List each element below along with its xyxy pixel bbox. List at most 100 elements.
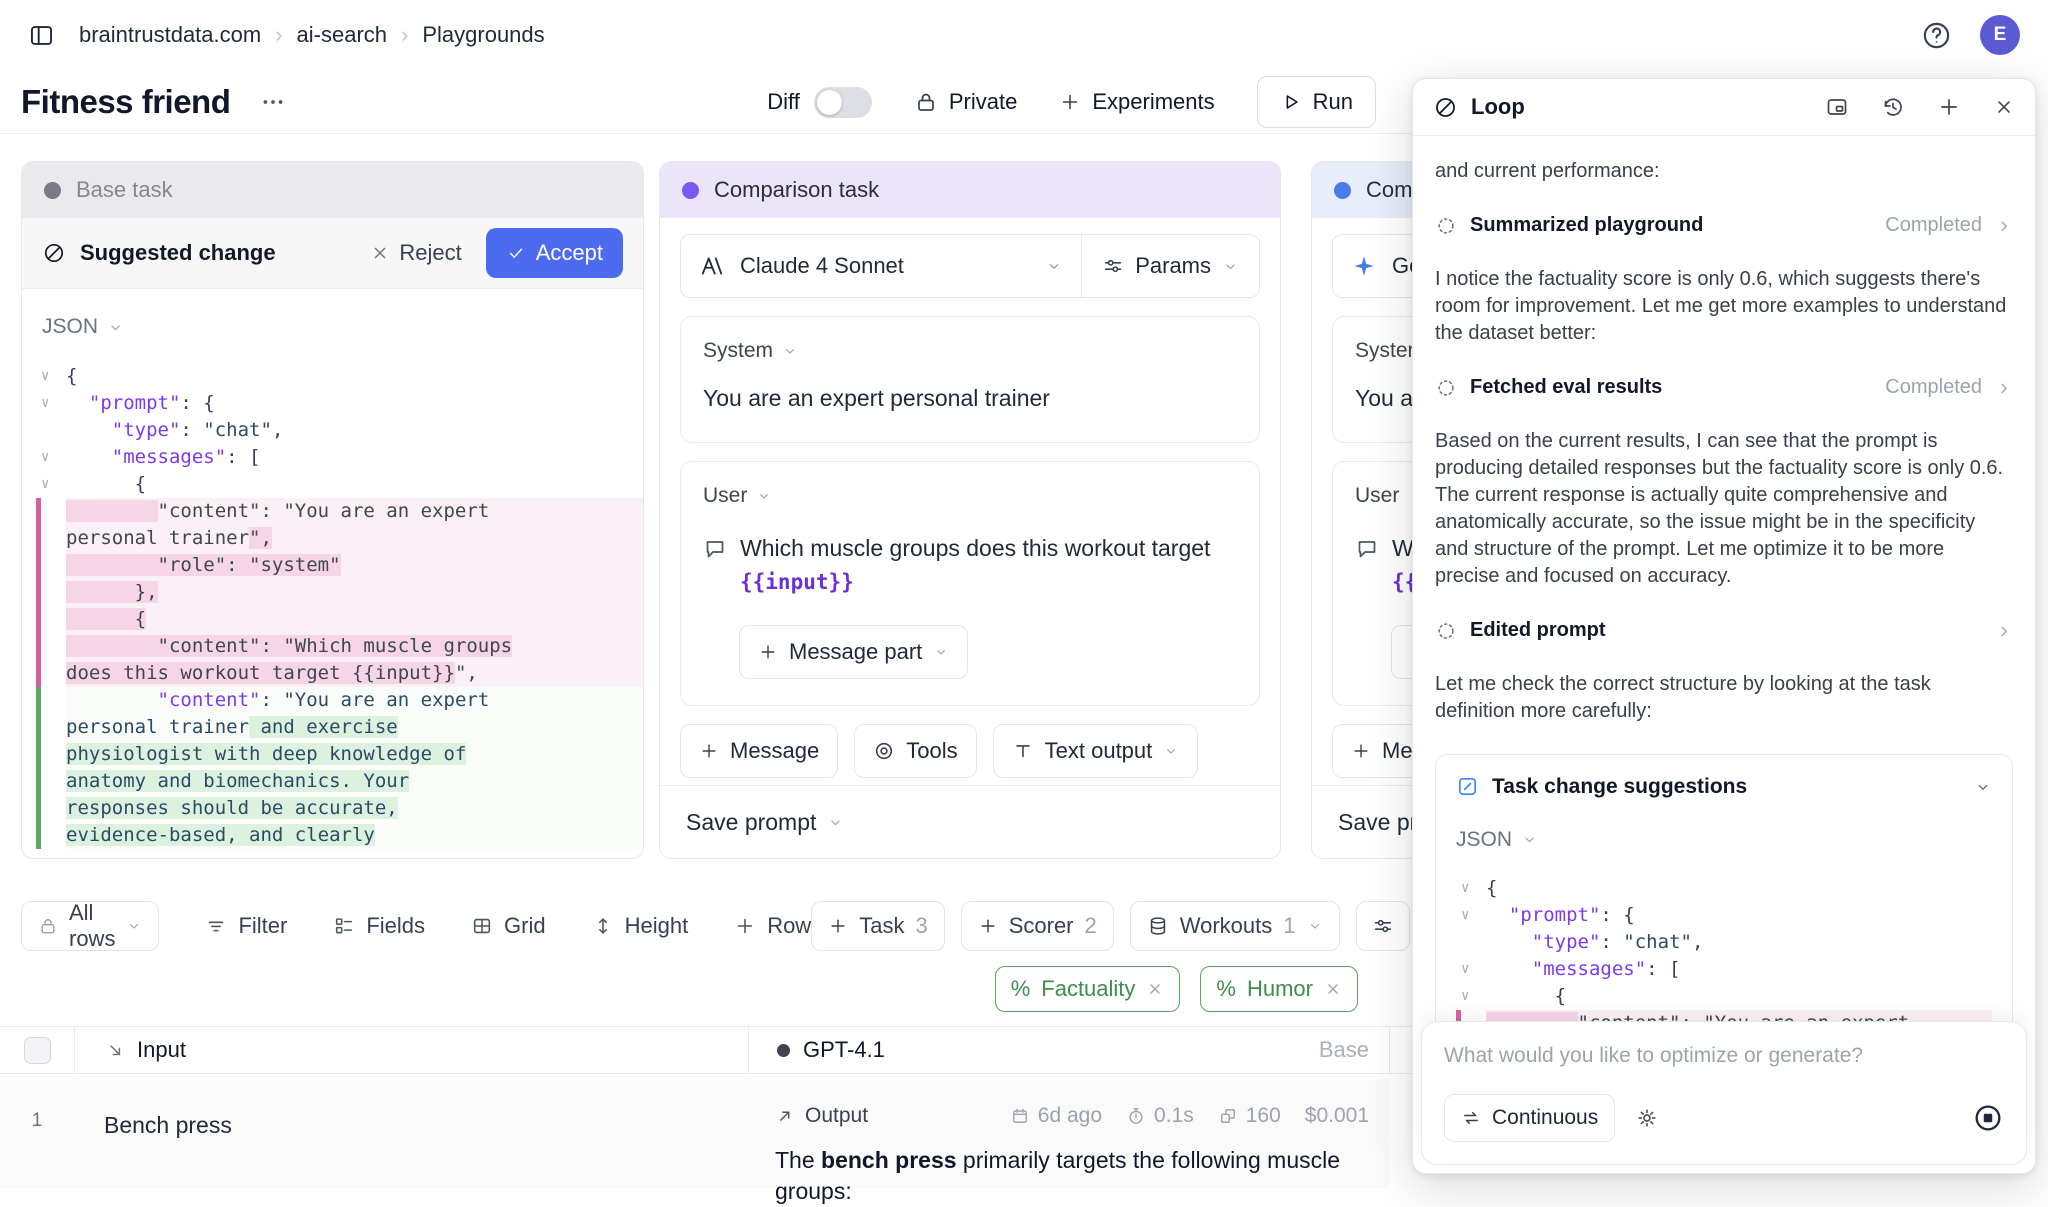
suggested-change-title: Suggested change	[80, 240, 276, 266]
breadcrumb: braintrustdata.com›ai-search›Playgrounds	[79, 22, 545, 48]
loop-step-summarized-playground[interactable]: Summarized playground Completed	[1435, 212, 2013, 239]
arrow-down-right-icon	[105, 1040, 126, 1061]
json-label: JSON	[1456, 826, 1512, 853]
reject-button[interactable]: Reject	[370, 240, 461, 266]
column-header-input[interactable]: Input	[75, 1027, 748, 1073]
chevron-down-icon	[107, 319, 124, 336]
collapse-chevron[interactable]: ∨	[1456, 956, 1486, 983]
add-message-button[interactable]: Message	[680, 724, 838, 778]
history-icon[interactable]	[1881, 95, 1905, 119]
dataset-select[interactable]: Workouts 1	[1130, 901, 1340, 951]
diff-toggle-group: Diff	[767, 87, 872, 118]
code-line: ∨ "prompt": {	[1456, 902, 1992, 929]
cost-value: $0.001	[1305, 1104, 1369, 1128]
message-label: Message	[730, 738, 819, 764]
json-mode-select[interactable]: JSON	[42, 315, 643, 339]
breadcrumb-item[interactable]: ai-search	[297, 22, 387, 48]
breadcrumb-item[interactable]: Playgrounds	[422, 22, 544, 48]
fields-button[interactable]: Fields	[333, 913, 425, 939]
run-label: Run	[1313, 89, 1353, 115]
filter-button[interactable]: Filter	[205, 913, 287, 939]
scorer-label: Scorer	[1009, 913, 1074, 939]
tools-icon	[873, 740, 895, 762]
chevron-down-icon	[1045, 257, 1063, 275]
popout-icon[interactable]	[1825, 95, 1849, 119]
table-settings-button[interactable]	[1356, 901, 1410, 951]
add-message-part-button[interactable]: Message part	[739, 625, 968, 679]
save-prompt-button[interactable]: Save prompt	[660, 785, 1280, 858]
run-button[interactable]: Run	[1257, 76, 1376, 128]
experiments-button[interactable]: Experiments	[1059, 89, 1214, 115]
model-select[interactable]: Claude 4 Sonnet	[681, 253, 1081, 279]
close-icon[interactable]	[1993, 96, 2015, 118]
sidebar-toggle-icon[interactable]	[28, 22, 55, 49]
collapse-chevron[interactable]: ∨	[36, 363, 66, 390]
code-gutter	[36, 768, 66, 795]
accept-button[interactable]: Accept	[486, 228, 623, 278]
code-line: evidence-based, and clearly	[36, 822, 643, 849]
output-label: Output	[805, 1104, 868, 1128]
collapse-chevron[interactable]: ∨	[36, 444, 66, 471]
loop-step-fetched-eval-results[interactable]: Fetched eval results Completed	[1435, 374, 2013, 401]
grid-button[interactable]: Grid	[471, 913, 546, 939]
add-row-button[interactable]: Row	[734, 913, 811, 939]
collapse-chevron[interactable]: ∨	[36, 390, 66, 417]
new-chat-icon[interactable]	[1937, 95, 1961, 119]
title-menu-icon[interactable]	[260, 89, 286, 115]
scorer-count: 2	[1085, 913, 1097, 939]
remove-icon[interactable]	[1324, 980, 1342, 998]
stop-icon[interactable]	[1972, 1102, 2004, 1134]
gear-icon[interactable]	[1635, 1106, 1659, 1130]
step-status: Completed	[1885, 374, 1982, 401]
all-rows-label: All rows	[69, 900, 115, 952]
diff-toggle[interactable]	[814, 87, 872, 118]
title-row: Fitness friend Diff Private Experiments …	[0, 70, 1412, 134]
help-icon[interactable]	[1921, 20, 1952, 51]
private-button[interactable]: Private	[914, 89, 1017, 115]
code-line: ∨ "prompt": {	[36, 390, 643, 417]
role-select[interactable]: System	[703, 339, 1237, 363]
remove-icon[interactable]	[1146, 980, 1164, 998]
age-value: 6d ago	[1038, 1104, 1102, 1128]
code-gutter	[36, 525, 66, 552]
collapse-chevron[interactable]: ∨	[36, 471, 66, 498]
height-label: Height	[625, 913, 689, 939]
loop-step-edited-prompt[interactable]: Edited prompt	[1435, 617, 2013, 644]
breadcrumb-item[interactable]: braintrustdata.com	[79, 22, 261, 48]
code-gutter	[36, 822, 66, 849]
code-line: {	[36, 606, 643, 633]
loop-prompt-input[interactable]	[1444, 1044, 2004, 1068]
scorer-badge-factuality[interactable]: % Factuality	[995, 966, 1181, 1012]
add-task-button[interactable]: Task 3	[811, 901, 945, 951]
grid-label: Grid	[504, 913, 546, 939]
select-all-checkbox[interactable]	[24, 1037, 51, 1064]
height-button[interactable]: Height	[592, 913, 689, 939]
table-row[interactable]: 1 Bench press Output 6d ago 0.1s 160	[0, 1079, 1389, 1188]
fields-icon	[333, 915, 355, 937]
edit-square-icon	[1456, 775, 1479, 798]
system-prompt-text[interactable]: You are an expert personal trainer	[703, 385, 1237, 420]
grid-icon	[471, 915, 493, 937]
avatar[interactable]: E	[1980, 15, 2020, 55]
all-rows-select[interactable]: All rows	[21, 901, 159, 951]
column-header-model[interactable]: GPT-4.1 Base	[748, 1027, 1390, 1073]
row-output-cell: Output 6d ago 0.1s 160 $0.001 Th	[747, 1079, 1389, 1188]
add-scorer-button[interactable]: Scorer 2	[961, 901, 1114, 951]
collapse-chevron[interactable]: ∨	[1456, 875, 1486, 902]
params-button[interactable]: Params	[1082, 253, 1259, 279]
user-message-text[interactable]: Which muscle groups does this workout ta…	[703, 532, 1237, 599]
task-change-suggestions-header[interactable]: Task change suggestions	[1456, 773, 1992, 800]
role-select[interactable]: User	[703, 484, 1237, 508]
plus-icon	[978, 916, 998, 936]
json-mode-select[interactable]: JSON	[1456, 826, 1992, 853]
database-icon	[1147, 915, 1169, 937]
continuous-mode-button[interactable]: Continuous	[1444, 1094, 1615, 1142]
scorer-badge-humor[interactable]: % Humor	[1200, 966, 1358, 1012]
plus-icon	[828, 916, 848, 936]
text-output-button[interactable]: Text output	[993, 724, 1199, 778]
card-title: Task change suggestions	[1492, 773, 1747, 800]
collapse-chevron[interactable]: ∨	[1456, 983, 1486, 1010]
tools-button[interactable]: Tools	[854, 724, 976, 778]
step-name: Edited prompt	[1470, 617, 1606, 644]
collapse-chevron[interactable]: ∨	[1456, 902, 1486, 929]
